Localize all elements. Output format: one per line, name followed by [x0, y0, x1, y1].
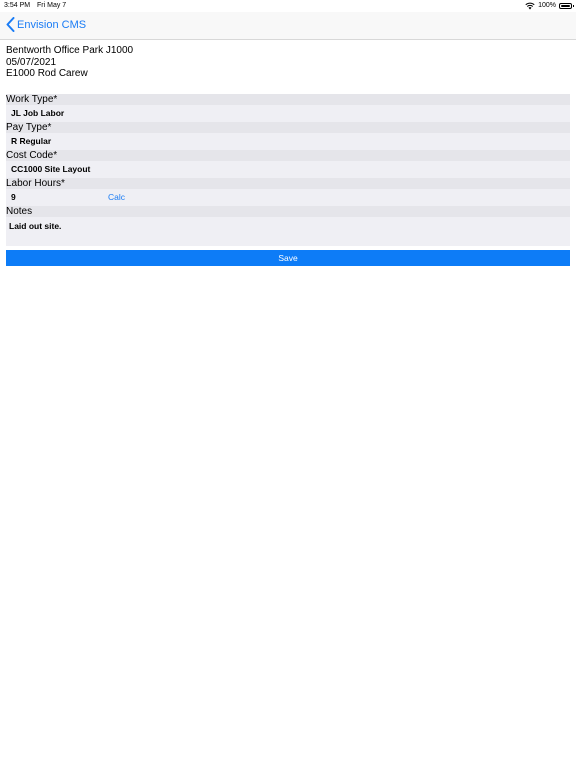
entry-info: Bentworth Office Park J1000 05/07/2021 E… [6, 45, 133, 80]
labor-hours-field[interactable]: 9 [11, 192, 16, 202]
status-bar: 3:54 PM Fri May 7 100% [0, 0, 576, 12]
save-button[interactable]: Save [6, 250, 570, 266]
cost-code-field[interactable]: CC1000 Site Layout [6, 161, 570, 178]
work-type-label: Work Type* [6, 94, 570, 105]
labor-hours-row: 9 Calc [6, 189, 570, 206]
calc-button[interactable]: Calc [108, 189, 125, 206]
battery-percent: 100% [538, 2, 556, 9]
labor-hours-label: Labor Hours* [6, 178, 570, 189]
work-type-field[interactable]: JL Job Labor [6, 105, 570, 122]
notes-field[interactable]: Laid out site. [6, 217, 570, 246]
battery-level [561, 5, 570, 7]
status-date: Fri May 7 [37, 2, 67, 9]
status-right: 100% [525, 0, 574, 12]
pay-type-label: Pay Type* [6, 122, 570, 133]
status-time: 3:54 PM [4, 2, 31, 9]
chevron-left-icon [6, 17, 15, 32]
back-button[interactable]: Envision CMS [6, 17, 86, 32]
back-label: Envision CMS [17, 18, 87, 31]
pay-type-field[interactable]: R Regular [6, 133, 570, 150]
wifi-icon [525, 2, 535, 10]
navigation-bar: Envision CMS [0, 12, 576, 40]
employee-name: E1000 Rod Carew [6, 68, 88, 79]
entry-date: 05/07/2021 [6, 56, 57, 68]
notes-label: Notes [6, 206, 570, 217]
timecard-form: Work Type* JL Job Labor Pay Type* R Regu… [6, 94, 570, 266]
battery-icon [559, 3, 574, 9]
project-name: Bentworth Office Park J1000 [6, 45, 134, 56]
cost-code-label: Cost Code* [6, 150, 570, 161]
